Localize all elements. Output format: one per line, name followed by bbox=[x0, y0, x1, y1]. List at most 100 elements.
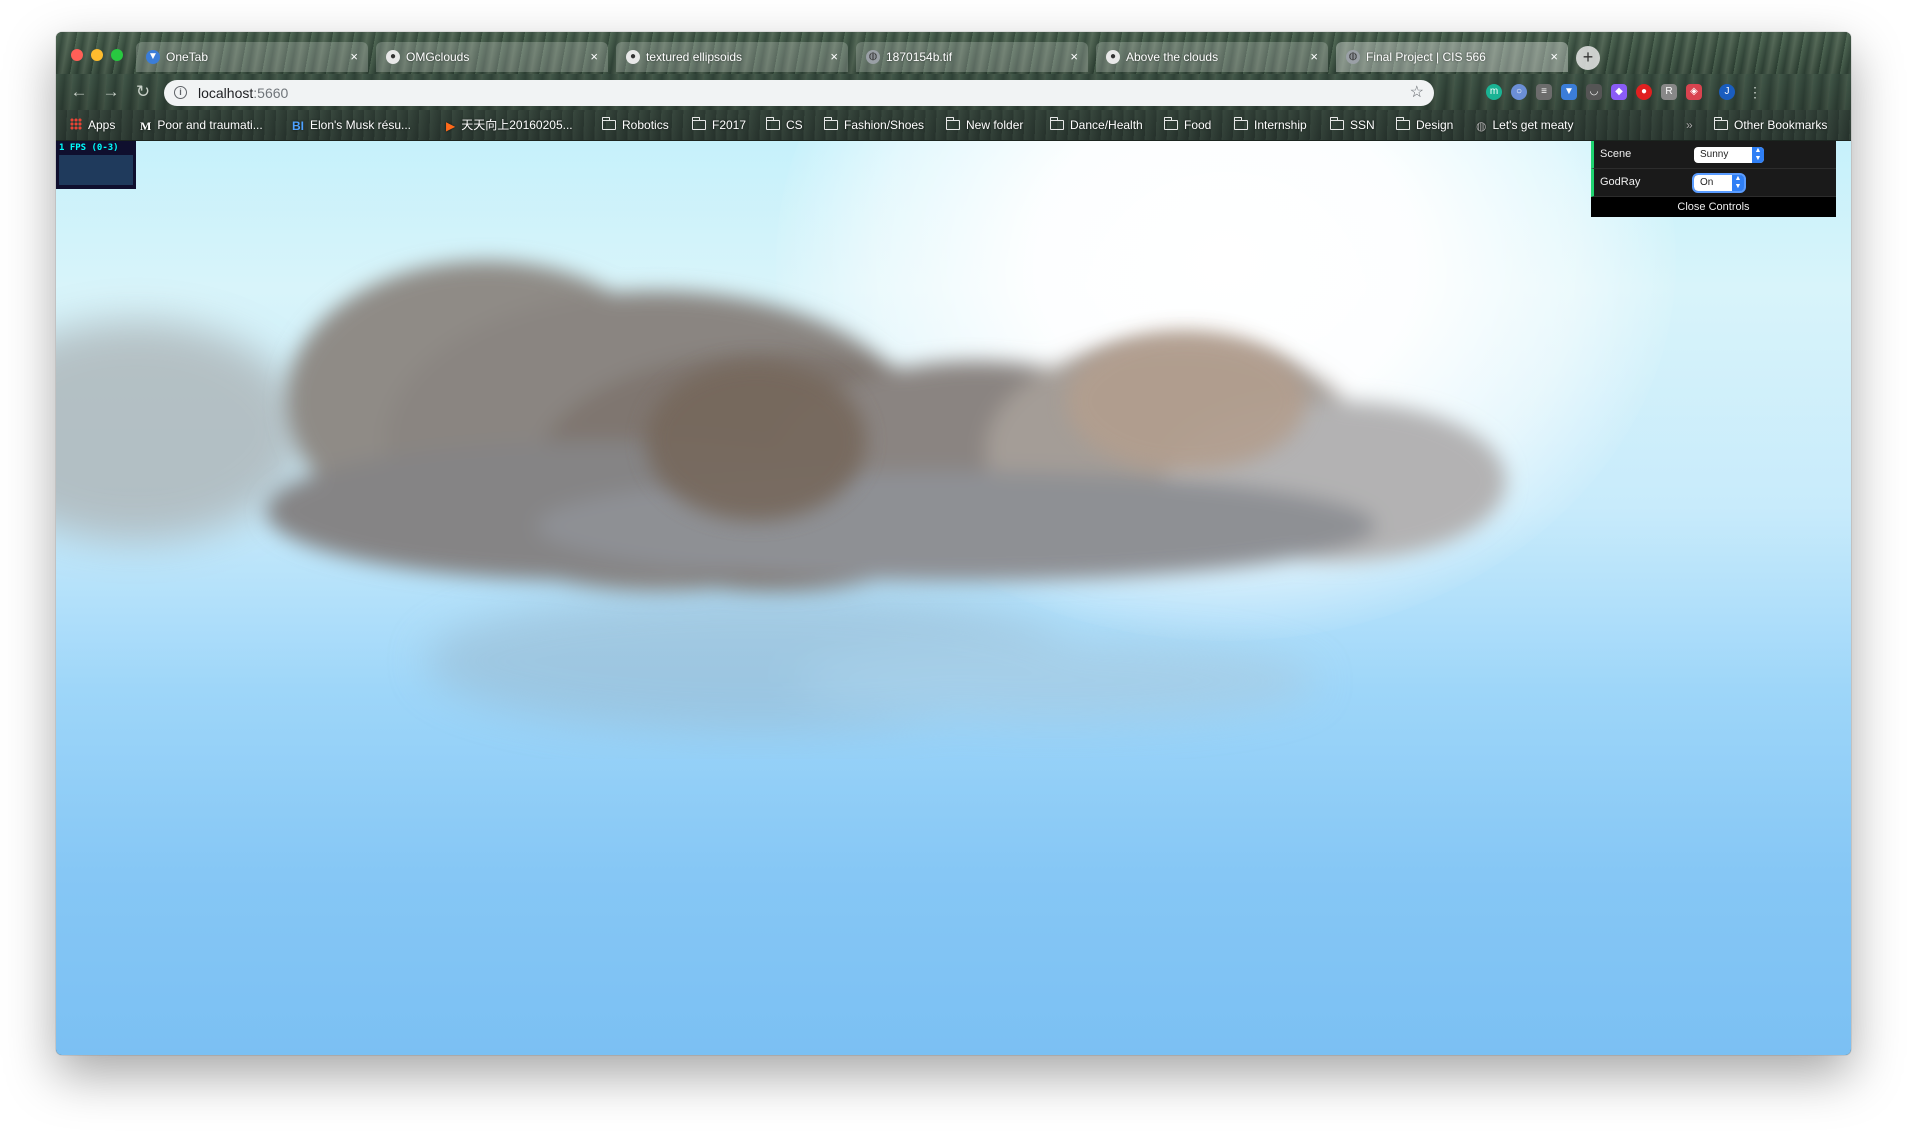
bookmark-label: SSN bbox=[1350, 118, 1375, 132]
fps-stats-panel[interactable]: 1 FPS (0-3) bbox=[56, 141, 136, 189]
bookmark-folder-dance[interactable]: Dance/Health bbox=[1049, 110, 1143, 140]
back-icon[interactable]: ← bbox=[68, 81, 90, 103]
godray-control: GodRay On ▲ ▼ bbox=[1591, 169, 1836, 197]
folder-icon bbox=[823, 117, 838, 130]
godray-label: GodRay bbox=[1600, 176, 1641, 188]
window-close-button[interactable] bbox=[71, 49, 83, 61]
tab-title: Above the clouds bbox=[1126, 50, 1219, 64]
bookmark-video[interactable]: ▶ 天天向上20160205... bbox=[446, 110, 573, 140]
close-icon[interactable]: × bbox=[1310, 42, 1318, 72]
select-arrows-icon: ▲ ▼ bbox=[1752, 147, 1764, 163]
globe-icon: ◍ bbox=[866, 50, 880, 64]
tab-textured-ellipsoids[interactable]: ● textured ellipsoids × bbox=[616, 42, 848, 72]
fps-text: 1 FPS (0-3) bbox=[59, 143, 119, 153]
bookmarks-overflow-button[interactable]: » bbox=[1686, 110, 1693, 140]
folder-icon bbox=[1049, 117, 1064, 130]
bookmark-folder-f2017[interactable]: F2017 bbox=[691, 110, 747, 140]
address-bar[interactable]: i localhost:5660 ☆ bbox=[164, 80, 1434, 106]
tab-omgclouds[interactable]: ● OMGclouds × bbox=[376, 42, 608, 72]
bookmark-apps[interactable]: Apps bbox=[70, 110, 115, 140]
bookmark-label: Internship bbox=[1254, 118, 1307, 132]
extension-circle-icon[interactable]: ○ bbox=[1511, 84, 1527, 100]
bookmark-label: Food bbox=[1184, 118, 1212, 132]
folder-icon bbox=[1713, 117, 1728, 130]
bookmark-folder-new-folder[interactable]: New folder bbox=[945, 110, 1024, 140]
tab-tif-image[interactable]: ◍ 1870154b.tif × bbox=[856, 42, 1088, 72]
bookmark-label: 天天向上20160205... bbox=[461, 118, 573, 132]
close-icon[interactable]: × bbox=[1070, 42, 1078, 72]
bookmark-label: Other Bookmarks bbox=[1734, 118, 1828, 132]
tab-title: Final Project | CIS 566 bbox=[1366, 50, 1486, 64]
bi-icon: BI bbox=[292, 118, 304, 133]
reload-icon[interactable]: ↻ bbox=[132, 81, 154, 103]
bookmark-folder-food[interactable]: Food bbox=[1163, 110, 1212, 140]
close-icon[interactable]: × bbox=[350, 42, 358, 72]
webgl-canvas[interactable]: 1 FPS (0-3) Scene Sunny ▲ ▼ GodRay On ▲ ▼ … bbox=[56, 141, 1851, 1055]
folder-icon bbox=[691, 117, 706, 130]
extension-purple-icon[interactable]: ◆ bbox=[1611, 84, 1627, 100]
shield-icon[interactable]: ◈ bbox=[1686, 84, 1702, 100]
tab-above-the-clouds[interactable]: ● Above the clouds × bbox=[1096, 42, 1328, 72]
bookmark-folder-fashion[interactable]: Fashion/Shoes bbox=[823, 110, 924, 140]
godray-select[interactable]: On ▲ ▼ bbox=[1692, 173, 1746, 193]
controls-panel: Scene Sunny ▲ ▼ GodRay On ▲ ▼ Close Contro… bbox=[1591, 141, 1836, 217]
bookmark-label: Robotics bbox=[622, 118, 669, 132]
github-icon: ● bbox=[626, 50, 640, 64]
close-icon[interactable]: × bbox=[590, 42, 598, 72]
bookmark-lets-get-meaty[interactable]: ◍ Let's get meaty bbox=[1476, 110, 1573, 140]
folder-icon bbox=[601, 117, 616, 130]
bookmark-folder-ssn[interactable]: SSN bbox=[1329, 110, 1375, 140]
volumetric-cloud bbox=[56, 261, 1506, 731]
bookmark-label: F2017 bbox=[712, 118, 747, 132]
forward-icon[interactable]: → bbox=[100, 81, 122, 103]
bookmark-label: Poor and traumati... bbox=[157, 118, 263, 132]
select-arrows-icon: ▲ ▼ bbox=[1732, 175, 1744, 191]
globe-icon: ◍ bbox=[1346, 50, 1360, 64]
tab-strip: ▼ OneTab × ● OMGclouds × ● textured elli… bbox=[56, 32, 1851, 74]
pocket-icon[interactable]: ◡ bbox=[1586, 84, 1602, 100]
toolbar: ← → ↻ i localhost:5660 ☆ m ○ ≡ ▼ ◡ ◆ ● R… bbox=[56, 74, 1851, 110]
godray-select-value: On bbox=[1700, 177, 1714, 188]
window-minimize-button[interactable] bbox=[91, 49, 103, 61]
bookmark-label: New folder bbox=[966, 118, 1024, 132]
extension-crx-icon[interactable]: ≡ bbox=[1536, 84, 1552, 100]
bookmark-label: Apps bbox=[88, 118, 116, 132]
scene-label: Scene bbox=[1600, 148, 1632, 160]
fps-graph bbox=[59, 155, 133, 185]
bookmark-business-insider[interactable]: BI Elon's Musk résu... bbox=[292, 110, 411, 140]
bookmark-folder-design[interactable]: Design bbox=[1395, 110, 1453, 140]
bookmark-medium[interactable]: M Poor and traumati... bbox=[140, 110, 263, 140]
github-icon: ● bbox=[386, 50, 400, 64]
close-icon[interactable]: × bbox=[830, 42, 838, 72]
scene-select[interactable]: Sunny ▲ ▼ bbox=[1694, 147, 1764, 163]
address-port: :5660 bbox=[253, 85, 289, 101]
extension-red-icon[interactable]: ● bbox=[1636, 84, 1652, 100]
info-icon[interactable]: i bbox=[174, 86, 187, 99]
extension-onetab-icon[interactable]: ▼ bbox=[1561, 84, 1577, 100]
extension-m-icon[interactable]: m bbox=[1486, 84, 1502, 100]
tab-final-project[interactable]: ◍ Final Project | CIS 566 × bbox=[1336, 42, 1568, 72]
close-controls-button[interactable]: Close Controls bbox=[1591, 197, 1836, 217]
scene-control: Scene Sunny ▲ ▼ bbox=[1591, 141, 1836, 169]
window-maximize-button[interactable] bbox=[111, 49, 123, 61]
extension-gray-icon[interactable]: R bbox=[1661, 84, 1677, 100]
medium-icon: M bbox=[140, 118, 152, 133]
tab-title: OMGclouds bbox=[406, 50, 470, 64]
globe-icon: ◍ bbox=[1476, 118, 1487, 133]
tab-onetab[interactable]: ▼ OneTab × bbox=[136, 42, 368, 72]
menu-icon[interactable]: ⋮ bbox=[1744, 81, 1766, 103]
close-icon[interactable]: × bbox=[1550, 42, 1558, 72]
folder-icon bbox=[765, 117, 780, 130]
bookmark-folder-internship[interactable]: Internship bbox=[1233, 110, 1307, 140]
bookmark-label: Elon's Musk résu... bbox=[310, 118, 411, 132]
bookmark-label: Dance/Health bbox=[1070, 118, 1143, 132]
address-host: localhost bbox=[198, 85, 254, 101]
tab-title: OneTab bbox=[166, 50, 209, 64]
bookmark-folder-cs[interactable]: CS bbox=[765, 110, 803, 140]
new-tab-button[interactable]: + bbox=[1576, 46, 1600, 70]
bookmark-folder-robotics[interactable]: Robotics bbox=[601, 110, 669, 140]
bookmark-star-icon[interactable]: ☆ bbox=[1410, 80, 1424, 106]
folder-icon bbox=[1163, 117, 1178, 130]
profile-avatar[interactable]: J bbox=[1719, 84, 1735, 100]
bookmark-other-bookmarks[interactable]: Other Bookmarks bbox=[1713, 110, 1828, 140]
